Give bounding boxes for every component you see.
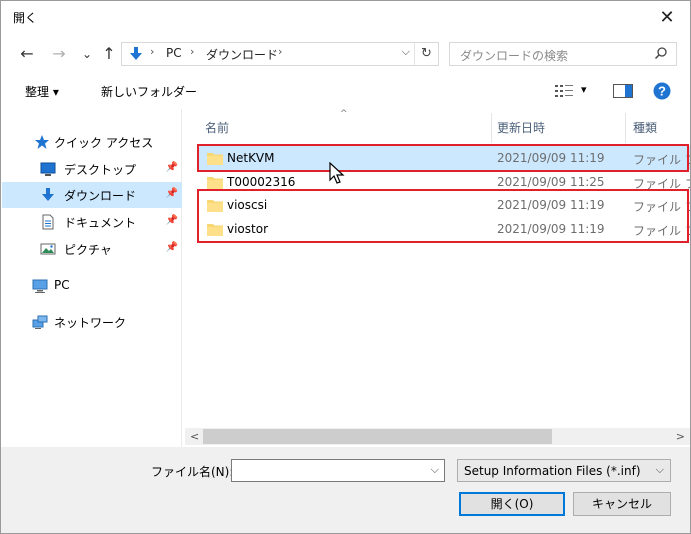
- pc-icon: [32, 279, 48, 293]
- file-name: NetKVM: [227, 151, 275, 165]
- open-file-dialog: 開く ✕ ← → ⌄ ↑ › PC › ダウンロード › ⌵ ↻ ダウンロードの…: [0, 0, 691, 534]
- chevron-down-icon[interactable]: ⌵: [656, 463, 664, 477]
- horizontal-scrollbar[interactable]: < >: [185, 428, 690, 445]
- pin-icon[interactable]: 📌: [166, 162, 178, 173]
- folder-icon: [207, 153, 223, 165]
- star-icon: [35, 135, 49, 149]
- address-bar[interactable]: › PC › ダウンロード › ⌵ ↻: [121, 42, 439, 66]
- file-modified: 2021/09/09 11:19: [497, 222, 605, 236]
- search-box[interactable]: ダウンロードの検索: [449, 42, 677, 66]
- scrollbar-thumb[interactable]: [203, 429, 552, 444]
- recent-locations-icon[interactable]: ⌄: [77, 43, 97, 65]
- column-header-name[interactable]: 名前: [205, 119, 229, 136]
- breadcrumb-separator: ›: [190, 45, 195, 58]
- folder-icon: [207, 224, 223, 236]
- column-header-type[interactable]: 種類: [633, 119, 657, 136]
- cancel-button[interactable]: キャンセル: [573, 492, 671, 516]
- file-row-t00002316[interactable]: T00002316 2021/09/09 11:25 ファイル フォ: [199, 170, 690, 194]
- file-type: ファイル フォ: [633, 153, 690, 167]
- column-divider[interactable]: [491, 113, 492, 143]
- column-header-row: 名前 更新日時 種類: [185, 113, 690, 143]
- download-icon: [42, 188, 54, 201]
- pictures-icon: [40, 243, 56, 255]
- command-bar: 整理 ▾ 新しいフォルダー ▾ ?: [1, 75, 690, 107]
- search-icon[interactable]: [654, 46, 668, 60]
- sidebar-item-quick-access[interactable]: クイック アクセス: [2, 129, 182, 155]
- network-icon: [32, 315, 48, 329]
- sidebar-item-network[interactable]: ネットワーク: [2, 309, 182, 335]
- file-row-viostor[interactable]: viostor 2021/09/09 11:19 ファイル フォ: [199, 217, 690, 241]
- document-icon: [42, 214, 54, 230]
- filename-combobox[interactable]: ⌵: [231, 459, 445, 482]
- svg-text:?: ?: [658, 84, 666, 99]
- file-type: ファイル フォ: [633, 224, 690, 238]
- filetype-select[interactable]: Setup Information Files (*.inf) ⌵: [457, 459, 671, 482]
- sidebar-item-label: ピクチャ: [64, 243, 112, 257]
- download-icon: [130, 47, 142, 60]
- file-modified: 2021/09/09 11:19: [497, 151, 605, 165]
- column-header-modified[interactable]: 更新日時: [497, 119, 545, 136]
- pin-icon[interactable]: 📌: [166, 242, 178, 253]
- mouse-cursor-icon: [329, 162, 345, 184]
- close-icon[interactable]: ✕: [644, 1, 690, 33]
- open-button[interactable]: 開く(O): [459, 492, 565, 516]
- view-dropdown-icon[interactable]: ▾: [581, 83, 587, 96]
- refresh-icon[interactable]: ↻: [414, 43, 438, 65]
- organize-button[interactable]: 整理 ▾: [25, 83, 59, 100]
- pin-icon[interactable]: 📌: [166, 188, 178, 199]
- breadcrumb-separator: ›: [150, 45, 155, 58]
- sidebar-item-label: ネットワーク: [54, 316, 127, 330]
- breadcrumb-downloads[interactable]: ダウンロード: [206, 46, 278, 63]
- folder-icon: [207, 177, 223, 189]
- filename-label: ファイル名(N):: [151, 465, 234, 479]
- breadcrumb-separator: ›: [278, 45, 283, 58]
- breadcrumb-pc[interactable]: PC: [166, 46, 182, 60]
- sidebar-item-label: ダウンロード: [64, 189, 137, 203]
- pin-icon[interactable]: 📌: [166, 215, 178, 226]
- title-bar: 開く ✕: [1, 1, 690, 33]
- window-title: 開く: [13, 11, 38, 25]
- navigation-bar: ← → ⌄ ↑ › PC › ダウンロード › ⌵ ↻ ダウンロードの検索: [1, 37, 690, 71]
- sidebar-item-label: PC: [54, 278, 70, 292]
- file-list: ^ 名前 更新日時 種類 NetKVM 2021/09/09 11:19 ファイ…: [185, 109, 690, 431]
- file-row-netkvm[interactable]: NetKVM 2021/09/09 11:19 ファイル フォ: [199, 146, 690, 170]
- navigation-pane: クイック アクセス デスクトップ 📌 ダウンロード 📌 ドキュメント 📌 ピクチ…: [2, 109, 182, 453]
- sidebar-item-pc[interactable]: PC: [2, 273, 182, 299]
- file-row-vioscsi[interactable]: vioscsi 2021/09/09 11:19 ファイル フォ: [199, 193, 690, 217]
- filetype-value: Setup Information Files (*.inf): [464, 464, 641, 478]
- file-name: T00002316: [227, 175, 296, 189]
- help-icon[interactable]: ?: [653, 82, 671, 100]
- sidebar-item-label: ドキュメント: [64, 216, 137, 230]
- column-divider[interactable]: [625, 113, 626, 143]
- search-placeholder: ダウンロードの検索: [460, 49, 569, 63]
- scroll-right-icon[interactable]: >: [676, 430, 685, 443]
- forward-arrow-icon[interactable]: →: [49, 43, 69, 65]
- chevron-down-icon[interactable]: ⌵: [431, 463, 439, 477]
- sidebar-item-pictures[interactable]: ピクチャ 📌: [2, 236, 182, 262]
- dialog-footer: ファイル名(N): ⌵ Setup Information Files (*.i…: [1, 447, 690, 533]
- file-type: ファイル フォ: [633, 177, 690, 191]
- scroll-left-icon[interactable]: <: [190, 430, 199, 443]
- sidebar-item-label: クイック アクセス: [54, 136, 154, 150]
- back-arrow-icon[interactable]: ←: [17, 43, 37, 65]
- sidebar-item-label: デスクトップ: [64, 163, 137, 177]
- file-name: viostor: [227, 222, 269, 236]
- file-type: ファイル フォ: [633, 200, 690, 214]
- sidebar-item-desktop[interactable]: デスクトップ 📌: [2, 156, 182, 182]
- file-modified: 2021/09/09 11:25: [497, 175, 605, 189]
- preview-pane-icon[interactable]: [613, 84, 633, 98]
- desktop-icon: [40, 162, 56, 176]
- sidebar-item-documents[interactable]: ドキュメント 📌: [2, 209, 182, 235]
- new-folder-button[interactable]: 新しいフォルダー: [101, 83, 197, 100]
- sidebar-item-downloads[interactable]: ダウンロード 📌: [2, 182, 182, 208]
- view-options-icon[interactable]: [555, 84, 573, 98]
- file-name: vioscsi: [227, 198, 268, 212]
- folder-icon: [207, 200, 223, 212]
- up-arrow-icon[interactable]: ↑: [99, 43, 119, 65]
- file-modified: 2021/09/09 11:19: [497, 198, 605, 212]
- chevron-down-icon[interactable]: ⌵: [402, 45, 410, 59]
